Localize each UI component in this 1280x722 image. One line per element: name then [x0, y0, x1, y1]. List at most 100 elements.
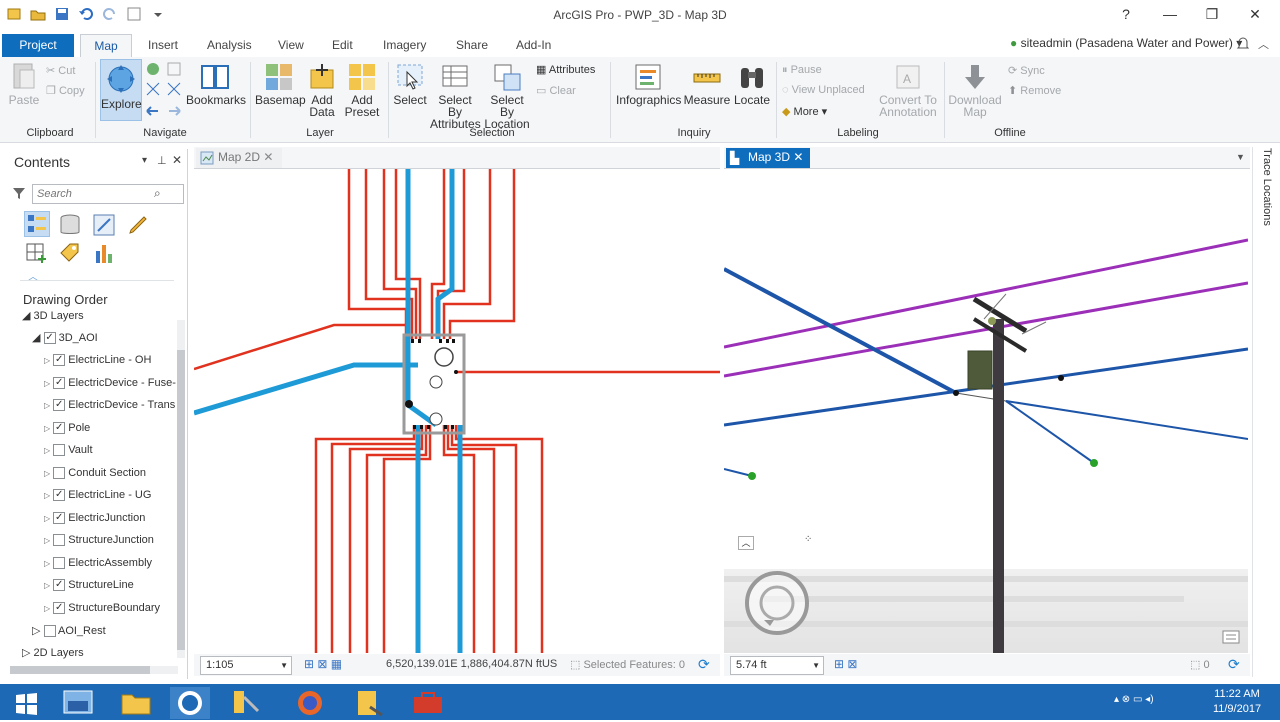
- tree-expand-icon[interactable]: ▷: [44, 536, 50, 545]
- contents-vertical-scrollbar[interactable]: [177, 320, 185, 658]
- map3d-grid-icons[interactable]: ⊞ ⊠: [834, 657, 857, 671]
- add-preset-button[interactable]: Add Preset: [342, 62, 382, 118]
- layer-row[interactable]: ▷ ✓ StructureBoundary: [44, 602, 160, 614]
- tab-add-in[interactable]: Add-In: [506, 34, 561, 57]
- sync-button[interactable]: ⟳ Sync: [1008, 64, 1045, 77]
- close-button[interactable]: ✕: [1245, 6, 1265, 23]
- paste-button[interactable]: Paste: [8, 62, 40, 106]
- infographics-button[interactable]: Infographics: [616, 62, 681, 106]
- layer-row[interactable]: ▷ StructureJunction: [44, 534, 154, 547]
- contents-menu-icon[interactable]: ▾: [142, 155, 147, 166]
- convert-to-annotation-button[interactable]: A Convert To Annotation: [876, 62, 940, 118]
- view-dropdown-icon[interactable]: ▼: [1236, 152, 1245, 162]
- list-charts-icon[interactable]: [92, 241, 116, 268]
- map3d-scale-dropdown[interactable]: 5.74 ft ▼: [730, 656, 824, 675]
- tree-expand-icon[interactable]: ▷: [44, 424, 50, 433]
- refresh-icon[interactable]: ⟳: [698, 656, 710, 673]
- ribbon-collapse-icon[interactable]: ︿: [1258, 36, 1269, 52]
- tree-expand-icon[interactable]: ▷: [32, 625, 40, 637]
- list-by-source-icon[interactable]: [58, 213, 82, 240]
- signed-in-user[interactable]: ● siteadmin (Pasadena Water and Power) ▾: [1010, 36, 1242, 50]
- tree-expand-icon[interactable]: ▷: [44, 559, 50, 568]
- tree-expand-icon[interactable]: ◢: [22, 310, 30, 322]
- list-by-snapping-icon[interactable]: [24, 241, 48, 268]
- layer-row[interactable]: ▷ ✓ ElectricJunction: [44, 512, 145, 524]
- tree-expand-icon[interactable]: ▷: [44, 469, 50, 478]
- layer-row[interactable]: ▷ ✓ StructureLine: [44, 579, 134, 592]
- tab-insert[interactable]: Insert: [138, 34, 188, 57]
- layer-row[interactable]: ▷ ✓ ElectricLine - UG: [44, 489, 151, 502]
- taskbar-clock[interactable]: 11:22 AM 11/9/2017: [1206, 687, 1268, 717]
- contents-horizontal-scrollbar[interactable]: [10, 666, 178, 674]
- tab-share[interactable]: Share: [446, 34, 498, 57]
- contents-close-icon[interactable]: ✕: [172, 153, 182, 167]
- notifications-bell-icon[interactable]: [1236, 35, 1250, 54]
- tab-view[interactable]: View: [268, 34, 314, 57]
- taskbar-app-icon[interactable]: [58, 687, 98, 719]
- bookmarks-button[interactable]: Bookmarks: [186, 62, 246, 106]
- select-button[interactable]: Select: [392, 62, 428, 106]
- scrollbar-thumb[interactable]: [177, 350, 185, 650]
- copy-button[interactable]: ❐ Copy: [46, 84, 85, 97]
- filter-icon[interactable]: [12, 186, 26, 203]
- locate-button[interactable]: Locate: [733, 62, 771, 106]
- minimize-button[interactable]: —: [1160, 6, 1180, 22]
- layer-visibility-checkbox[interactable]: ✓: [53, 421, 66, 434]
- list-by-selection-icon[interactable]: [92, 213, 116, 240]
- more-labeling-button[interactable]: ◆ More ▾: [782, 105, 827, 118]
- map-2d-canvas[interactable]: [194, 169, 720, 653]
- tree-layer-3d-aoi[interactable]: ◢ ✓ 3D_AOI: [32, 331, 98, 345]
- layer-visibility-checkbox[interactable]: [53, 444, 66, 457]
- layer-row[interactable]: ▷ ✓ Pole: [44, 422, 90, 434]
- taskbar-catalog-icon[interactable]: [350, 687, 390, 719]
- layer-row[interactable]: ▷ Conduit Section: [44, 467, 146, 479]
- tree-expand-icon[interactable]: ▷: [44, 514, 50, 523]
- restore-button[interactable]: ❐: [1202, 6, 1222, 23]
- scrollbar-thumb[interactable]: [10, 666, 150, 674]
- layer-visibility-checkbox[interactable]: ✓: [53, 579, 66, 592]
- download-map-button[interactable]: Download Map: [948, 62, 1002, 118]
- tab-project[interactable]: Project: [2, 34, 74, 57]
- layer-visibility-checkbox[interactable]: [43, 625, 56, 638]
- pause-button[interactable]: ⏸ Pause: [782, 64, 822, 77]
- tree-expand-icon[interactable]: ▷: [44, 356, 50, 365]
- tab-edit[interactable]: Edit: [322, 34, 363, 57]
- cut-button[interactable]: ✂ Cut: [46, 64, 75, 77]
- taskbar-tool-icon[interactable]: [226, 687, 266, 719]
- measure-button[interactable]: Measure: [683, 62, 731, 106]
- refresh-icon[interactable]: ⟳: [1228, 656, 1240, 673]
- tree-expand-icon[interactable]: ◢: [32, 332, 40, 344]
- tree-expand-icon[interactable]: ▷: [44, 401, 50, 410]
- tree-expand-icon[interactable]: ▷: [22, 647, 30, 659]
- contents-search-input[interactable]: [32, 184, 184, 204]
- basemap-button[interactable]: Basemap: [255, 62, 306, 106]
- layer-row[interactable]: ▷ ✓ ElectricLine - OH: [44, 354, 151, 367]
- add-data-button[interactable]: Add Data: [305, 62, 339, 118]
- layer-visibility-checkbox[interactable]: ✓: [53, 376, 66, 389]
- list-by-drawing-order-button[interactable]: [24, 211, 50, 237]
- start-button[interactable]: [6, 687, 46, 719]
- tab-close-icon[interactable]: ✕: [263, 150, 273, 164]
- view-unplaced-button[interactable]: ◌ View Unplaced: [782, 84, 865, 96]
- taskbar-toolbox-icon[interactable]: [408, 687, 448, 719]
- tab-analysis[interactable]: Analysis: [197, 34, 262, 57]
- map2d-grid-icons[interactable]: ⊞ ⊠ ▦: [304, 657, 342, 671]
- layer-visibility-checkbox[interactable]: ✓: [53, 489, 66, 502]
- expand-navigator-button[interactable]: ︿: [738, 536, 754, 550]
- tree-expand-icon[interactable]: ▷: [44, 604, 50, 613]
- layer-visibility-checkbox[interactable]: ✓: [53, 354, 66, 367]
- select-by-location-button[interactable]: Select By Location: [482, 62, 532, 130]
- explore-button[interactable]: Explore: [100, 59, 142, 121]
- layer-visibility-checkbox[interactable]: ✓: [53, 399, 66, 412]
- help-button[interactable]: ?: [1116, 6, 1136, 22]
- tab-imagery[interactable]: Imagery: [373, 34, 436, 57]
- clear-button[interactable]: ▭ Clear: [536, 84, 576, 97]
- layer-row[interactable]: ▷ ✓ ElectricDevice - Trans: [44, 399, 175, 412]
- layer-visibility-checkbox[interactable]: ✓: [53, 511, 66, 524]
- layer-visibility-checkbox[interactable]: [53, 466, 66, 479]
- attributes-button[interactable]: ▦ Attributes: [536, 63, 595, 76]
- tree-layer-aoi-rest[interactable]: ▷ AOI_Rest: [32, 624, 106, 638]
- attribution-icon[interactable]: [1222, 630, 1240, 647]
- tree-expand-icon[interactable]: ▷: [44, 581, 50, 590]
- layer-visibility-checkbox[interactable]: [53, 556, 66, 569]
